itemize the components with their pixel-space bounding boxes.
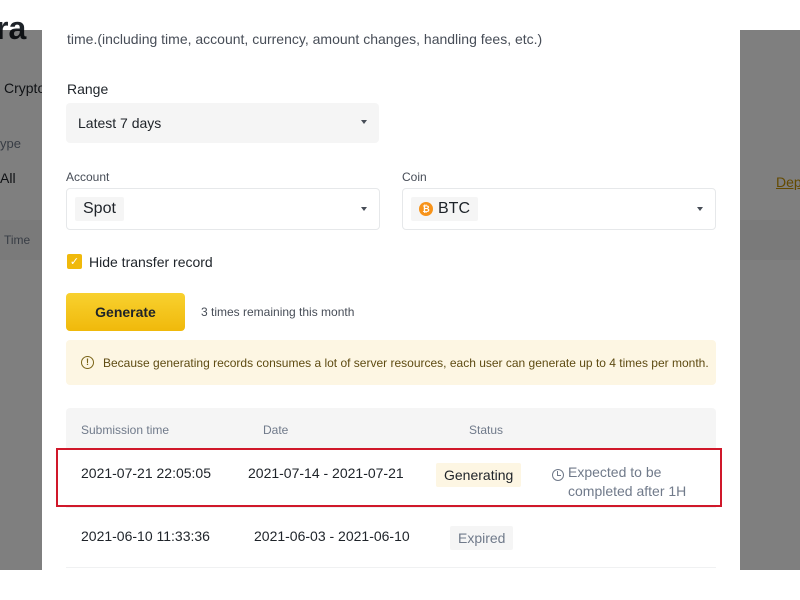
coin-chip: ₿ BTC [411,197,478,221]
caret-down-icon [697,207,703,211]
date-header: Date [263,423,289,437]
submission-time: 2021-06-10 11:33:36 [81,528,210,544]
submission-time-header: Submission time [81,423,170,437]
coin-value: BTC [438,200,470,217]
account-value: Spot [75,197,124,221]
hide-transfer-checkbox[interactable]: ✓ [67,254,82,269]
coin-select[interactable]: ₿ BTC [402,188,716,230]
table-row: 2021-06-10 11:33:36 2021-06-03 - 2021-06… [66,508,716,568]
records-table-header: Submission time Date Status [66,408,716,448]
bitcoin-icon: ₿ [419,202,433,216]
notice-banner: ! Because generating records consumes a … [66,340,716,385]
bottom-strip [0,570,800,600]
remaining-count-text: 3 times remaining this month [201,305,355,319]
account-select[interactable]: Spot [66,188,380,230]
modal-description: time.(including time, account, currency,… [67,31,543,47]
date-range: 2021-06-03 - 2021-06-10 [254,528,410,544]
range-select[interactable]: Latest 7 days [66,103,379,143]
checkmark-icon: ✓ [69,256,80,268]
range-value: Latest 7 days [78,115,162,131]
notice-text: Because generating records consumes a lo… [103,355,709,370]
generate-button[interactable]: Generate [66,293,185,331]
caret-down-icon [361,120,367,124]
highlight-box [56,448,722,507]
hide-transfer-label[interactable]: Hide transfer record [89,254,213,270]
status-badge: Expired [450,526,514,550]
status-header: Status [469,423,504,437]
range-label: Range [67,81,109,97]
account-label: Account [66,170,110,184]
info-icon: ! [81,356,94,369]
coin-label: Coin [402,170,427,184]
caret-down-icon [361,207,367,211]
